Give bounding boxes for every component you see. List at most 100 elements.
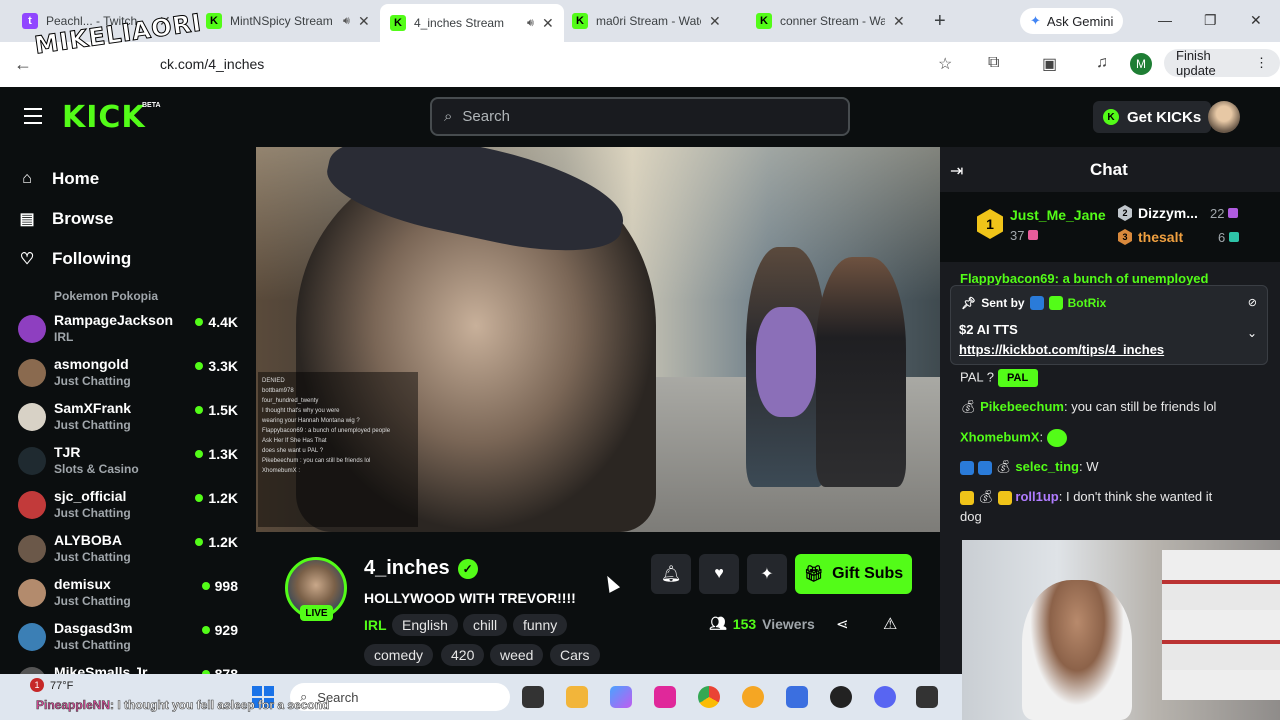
- kick-icon: K: [756, 13, 772, 29]
- leaderboard-user[interactable]: Just_Me_Jane: [1010, 207, 1106, 223]
- chat-username[interactable]: Pikebeechum: [980, 399, 1064, 414]
- hide-pin-icon[interactable]: ⊘: [1248, 296, 1257, 309]
- gift-icon: 🎁︎: [803, 566, 825, 583]
- notification-bell-button[interactable]: 🔔︎: [651, 554, 691, 594]
- collapse-chat-icon[interactable]: ⇥: [950, 161, 963, 181]
- user-avatar[interactable]: [1208, 101, 1240, 133]
- stream-tag[interactable]: weed: [490, 644, 544, 666]
- pinned-message[interactable]: 📌︎ Sent by BotRix ⊘ $2 AI TTS https://ki…: [950, 285, 1268, 365]
- viewer-count: 👥︎ 153 Viewers: [709, 615, 815, 632]
- browser-tab-active[interactable]: K 4_inches Stream 🔊︎ ✕: [380, 4, 564, 42]
- finish-update-button[interactable]: Finish update ⋮: [1164, 48, 1280, 78]
- sidebar-channel-item[interactable]: demisux Just Chatting 998: [0, 573, 256, 617]
- extensions-icon[interactable]: ⧉: [988, 54, 999, 72]
- follow-button[interactable]: ♥: [699, 554, 739, 594]
- discord-icon[interactable]: [874, 686, 896, 708]
- chrome-icon[interactable]: [698, 686, 720, 708]
- leaderboard-user[interactable]: thesalt: [1138, 229, 1183, 245]
- share-icon[interactable]: ⋖: [836, 615, 849, 633]
- sidebar-channel-item[interactable]: asmongold Just Chatting 3.3K: [0, 353, 256, 397]
- close-icon[interactable]: ✕: [709, 13, 721, 30]
- ask-gemini-button[interactable]: ✦ Ask Gemini: [1020, 8, 1124, 34]
- sidebar-item-home[interactable]: ⌂ Home: [18, 169, 99, 189]
- get-kicks-button[interactable]: K Get KICKs: [1093, 101, 1212, 133]
- chat-username[interactable]: selec_ting: [1015, 459, 1079, 474]
- video-child: [756, 307, 816, 417]
- restore-icon[interactable]: ❐: [1204, 12, 1217, 29]
- copilot-icon[interactable]: [610, 686, 632, 708]
- streamer-name-text: 4_inches: [364, 557, 450, 579]
- sidebar-channel-item[interactable]: TJR Slots & Casino 1.3K: [0, 441, 256, 485]
- video-player[interactable]: DENIED bottbam978 four_hundred_twenty I tho…: [256, 147, 940, 532]
- kick-logo[interactable]: KICK: [62, 100, 146, 135]
- close-icon[interactable]: ✕: [542, 15, 554, 32]
- report-warning-icon[interactable]: ⚠: [883, 614, 897, 634]
- gift-icon: [1228, 208, 1239, 218]
- pin-icon: 📌︎: [961, 296, 977, 310]
- chevron-down-icon[interactable]: ⌄: [1247, 326, 1257, 340]
- channel-avatar: [18, 359, 46, 387]
- browser-tab[interactable]: K conner Stream - Wat ✕: [746, 6, 915, 36]
- channel-name: asmongold: [54, 356, 129, 372]
- badge-icon: [977, 460, 992, 475]
- bot-name[interactable]: BotRix: [1068, 296, 1107, 310]
- speaker-icon[interactable]: 🔊︎: [527, 17, 534, 30]
- stream-tag[interactable]: 420: [441, 644, 485, 666]
- sidebar-item-following[interactable]: ♡ Following: [18, 249, 132, 269]
- minimize-icon[interactable]: —: [1158, 12, 1172, 28]
- app-icon[interactable]: [654, 686, 676, 708]
- gift-subs-button[interactable]: 🎁︎ Gift Subs: [795, 554, 912, 594]
- tab-title: 4_inches Stream: [414, 16, 505, 30]
- streamer-name[interactable]: 4_inches ✓: [364, 557, 478, 580]
- obs-icon[interactable]: [830, 686, 852, 708]
- video-chat-line: DENIED: [262, 378, 285, 384]
- sun-app-icon[interactable]: [742, 686, 764, 708]
- close-icon[interactable]: ✕: [358, 13, 370, 30]
- viewer-label: Viewers: [762, 615, 815, 632]
- stream-tag[interactable]: chill: [463, 614, 508, 636]
- url-field[interactable]: ck.com/4_inches: [160, 56, 264, 72]
- sidebar-channel-item[interactable]: sjc_official Just Chatting 1.2K: [0, 485, 256, 529]
- sidebar-channel-item[interactable]: SamXFrank Just Chatting 1.5K: [0, 397, 256, 441]
- leaderboard-user[interactable]: Dizzym...: [1138, 205, 1198, 221]
- stream-tag[interactable]: Cars: [550, 644, 600, 666]
- browser-tab[interactable]: K MintNSpicy Stream 🔊︎ ✕: [196, 6, 380, 36]
- chat-username[interactable]: roll1up: [1015, 489, 1058, 504]
- stream-tag[interactable]: funny: [513, 614, 568, 636]
- tab-search-icon[interactable]: ▣: [1042, 54, 1057, 74]
- task-view-icon[interactable]: [522, 686, 544, 708]
- stream-tag[interactable]: comedy: [364, 644, 434, 666]
- close-icon[interactable]: ✕: [893, 13, 905, 30]
- channel-avatar: [18, 403, 46, 431]
- overlay-chat-line: PineappleNN: I thought you fell asleep f…: [36, 698, 330, 713]
- sidebar-channel-item[interactable]: ALYBOBA Just Chatting 1.2K: [0, 529, 256, 573]
- stream-category[interactable]: IRL: [364, 617, 387, 633]
- weather-widget[interactable]: 77°F: [50, 680, 73, 692]
- menu-hamburger-icon[interactable]: [24, 108, 42, 124]
- stream-tag[interactable]: English: [392, 614, 458, 636]
- browser-tab[interactable]: K ma0ri Stream - Watch ✕: [562, 6, 731, 36]
- speaker-icon[interactable]: 🔊︎: [343, 15, 350, 28]
- app-icon[interactable]: [786, 686, 808, 708]
- chat-message: XhomebumX:: [960, 429, 1067, 447]
- sidebar-channel-item[interactable]: Dasgasd3m Just Chatting 929: [0, 617, 256, 661]
- file-explorer-icon[interactable]: [566, 686, 588, 708]
- media-control-icon[interactable]: ♫: [1096, 54, 1108, 72]
- back-arrow-icon[interactable]: ←: [14, 54, 32, 75]
- chat-username[interactable]: XhomebumX: [960, 429, 1039, 444]
- channel-name: TJR: [54, 444, 81, 460]
- pinned-link[interactable]: https://kickbot.com/tips/4_inches: [959, 342, 1164, 357]
- chat-text: W: [1086, 459, 1099, 474]
- close-window-icon[interactable]: ✕: [1250, 12, 1262, 29]
- channel-viewers: 3.3K: [195, 358, 238, 374]
- channel-name: sjc_official: [54, 488, 127, 504]
- sparkle-button[interactable]: ✦: [747, 554, 787, 594]
- app-icon[interactable]: [916, 686, 938, 708]
- sidebar-item-browse[interactable]: ▤ Browse: [18, 209, 113, 229]
- browser-profile-avatar[interactable]: M: [1130, 53, 1152, 75]
- sidebar-channel-item[interactable]: RampageJackson IRL 4.4K: [0, 309, 256, 353]
- search-input[interactable]: ⌕ Search: [430, 97, 850, 136]
- new-tab-button[interactable]: +: [934, 10, 946, 33]
- bookmark-star-icon[interactable]: ☆: [938, 54, 952, 74]
- sidebar-channel-item[interactable]: MikeSmalls Jr 878: [0, 661, 256, 674]
